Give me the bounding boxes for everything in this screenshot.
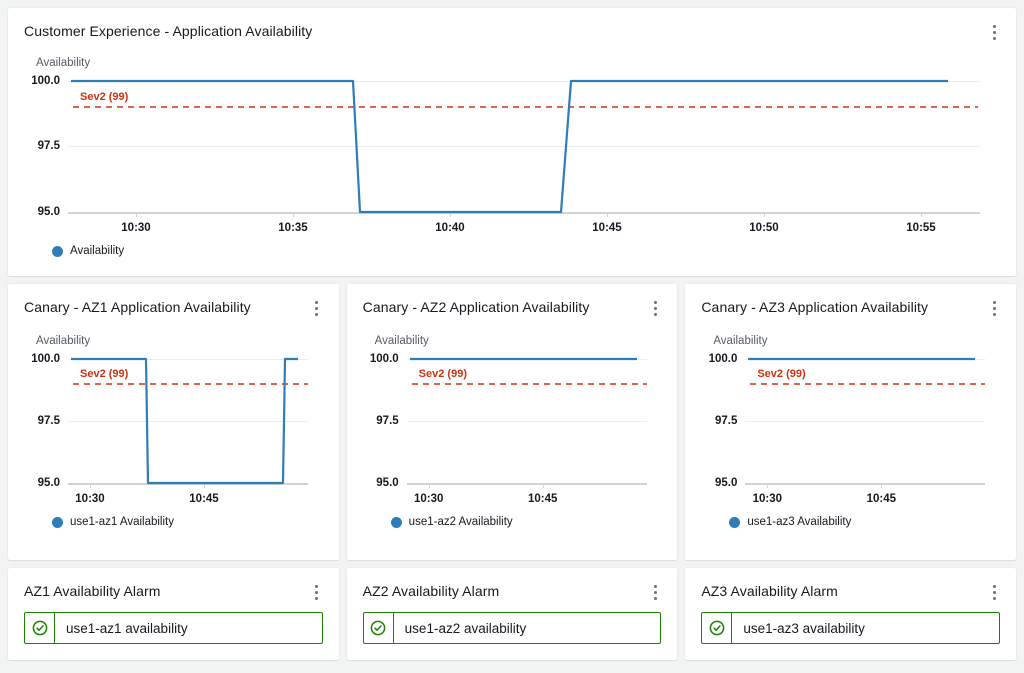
threshold-label: Sev2 (99) (419, 368, 467, 380)
kebab-menu-icon[interactable] (986, 582, 1002, 602)
kebab-menu-icon[interactable] (986, 22, 1002, 42)
x-tick-label: 10:30 (737, 493, 797, 505)
canary-widget-row: Canary - AZ1 Application Availability Av… (8, 284, 1016, 560)
legend-label: use1-az2 Availability (409, 516, 513, 528)
x-tick-label: 10:30 (60, 493, 120, 505)
widget-canary-az3: Canary - AZ3 Application Availability Av… (685, 284, 1016, 560)
widget-title: Canary - AZ3 Application Availability (701, 298, 928, 316)
dashboard-root: Customer Experience - Application Availa… (0, 0, 1024, 673)
alarm-body: use1-az2 availability (347, 602, 678, 660)
alarm-body: use1-az1 availability (8, 602, 339, 660)
x-tick-label: 10:45 (174, 493, 234, 505)
legend-label: Availability (70, 245, 124, 257)
x-tick-label: 10:55 (891, 222, 951, 234)
status-ok-icon (702, 613, 732, 643)
legend-label: use1-az1 Availability (70, 516, 174, 528)
threshold-label: Sev2 (99) (80, 368, 128, 380)
plot-svg (8, 42, 980, 242)
x-tick-label: 10:45 (851, 493, 911, 505)
x-tick-label: 10:30 (106, 222, 166, 234)
legend-color-swatch (391, 517, 402, 528)
plot-svg (8, 318, 318, 508)
alarm-widget-row: AZ1 Availability Alarm use1-az1 availabi… (8, 568, 1016, 660)
chart-legend[interactable]: use1-az1 Availability (52, 516, 174, 528)
widget-title: Canary - AZ2 Application Availability (363, 298, 590, 316)
widget-header: AZ2 Availability Alarm (347, 568, 678, 602)
widget-header: Customer Experience - Application Availa… (8, 8, 1016, 42)
status-ok-icon (25, 613, 55, 643)
widget-header: Canary - AZ1 Application Availability (8, 284, 339, 318)
kebab-menu-icon[interactable] (309, 298, 325, 318)
legend-color-swatch (52, 517, 63, 528)
legend-color-swatch (729, 517, 740, 528)
widget-title: AZ3 Availability Alarm (701, 582, 838, 600)
chart-legend[interactable]: use1-az3 Availability (729, 516, 851, 528)
status-ok-icon (364, 613, 394, 643)
chart-canary-az3: Availability 100.0 97.5 95.0 Sev2 (99) 1… (685, 318, 1016, 560)
x-tick-label: 10:40 (420, 222, 480, 234)
widget-header: Canary - AZ2 Application Availability (347, 284, 678, 318)
x-tick-label: 10:35 (263, 222, 323, 234)
widget-alarm-az2: AZ2 Availability Alarm use1-az2 availabi… (347, 568, 678, 660)
widget-header: AZ1 Availability Alarm (8, 568, 339, 602)
x-tick-label: 10:30 (399, 493, 459, 505)
page-title: Customer Experience - Application Availa… (24, 22, 312, 40)
widget-canary-az1: Canary - AZ1 Application Availability Av… (8, 284, 339, 560)
widget-canary-az2: Canary - AZ2 Application Availability Av… (347, 284, 678, 560)
kebab-menu-icon[interactable] (309, 582, 325, 602)
kebab-menu-icon[interactable] (647, 582, 663, 602)
plot-svg (347, 318, 657, 508)
alarm-name: use1-az2 availability (394, 613, 527, 643)
chart-legend[interactable]: Availability (52, 245, 124, 257)
chart-customer-experience: Availability 100.0 97.5 95.0 Sev2 (99) (8, 42, 1016, 276)
chart-legend[interactable]: use1-az2 Availability (391, 516, 513, 528)
kebab-menu-icon[interactable] (647, 298, 663, 318)
widget-title: AZ2 Availability Alarm (363, 582, 500, 600)
widget-customer-experience: Customer Experience - Application Availa… (8, 8, 1016, 276)
kebab-menu-icon[interactable] (986, 298, 1002, 318)
widget-title: Canary - AZ1 Application Availability (24, 298, 251, 316)
x-tick-label: 10:45 (577, 222, 637, 234)
legend-color-swatch (52, 246, 63, 257)
threshold-label: Sev2 (99) (80, 91, 128, 103)
alarm-body: use1-az3 availability (685, 602, 1016, 660)
widget-header: Canary - AZ3 Application Availability (685, 284, 1016, 318)
chart-canary-az1: Availability 100.0 97.5 95.0 Sev2 (99) 1… (8, 318, 339, 560)
x-tick-label: 10:50 (734, 222, 794, 234)
alarm-status-row[interactable]: use1-az1 availability (24, 612, 323, 644)
widget-alarm-az1: AZ1 Availability Alarm use1-az1 availabi… (8, 568, 339, 660)
chart-canary-az2: Availability 100.0 97.5 95.0 Sev2 (99) 1… (347, 318, 678, 560)
widget-header: AZ3 Availability Alarm (685, 568, 1016, 602)
alarm-name: use1-az3 availability (732, 613, 865, 643)
threshold-label: Sev2 (99) (757, 368, 805, 380)
widget-title: AZ1 Availability Alarm (24, 582, 161, 600)
alarm-status-row[interactable]: use1-az2 availability (363, 612, 662, 644)
alarm-status-row[interactable]: use1-az3 availability (701, 612, 1000, 644)
legend-label: use1-az3 Availability (747, 516, 851, 528)
x-tick-label: 10:45 (513, 493, 573, 505)
alarm-name: use1-az1 availability (55, 613, 188, 643)
plot-svg (685, 318, 995, 508)
widget-alarm-az3: AZ3 Availability Alarm use1-az3 availabi… (685, 568, 1016, 660)
